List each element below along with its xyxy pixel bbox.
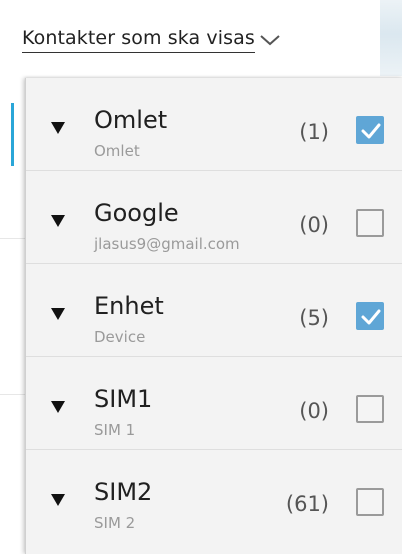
account-subtitle: jlasus9@gmail.com <box>94 235 240 253</box>
header-image <box>380 0 402 76</box>
account-row-omlet[interactable]: Omlet Omlet (1) <box>26 78 402 171</box>
account-row-enhet[interactable]: Enhet Device (5) <box>26 264 402 357</box>
contact-count: (1) <box>299 120 329 144</box>
account-subtitle: Omlet <box>94 142 140 160</box>
header: Kontakter som ska visas <box>0 0 402 78</box>
account-name: SIM2 <box>94 478 153 506</box>
background-divider <box>0 238 28 239</box>
contact-count: (5) <box>299 306 329 330</box>
account-checkbox[interactable] <box>356 488 384 516</box>
contact-count: (61) <box>285 492 329 516</box>
account-name: Enhet <box>94 292 164 320</box>
account-subtitle: SIM 2 <box>94 514 136 532</box>
account-row-sim1[interactable]: SIM1 SIM 1 (0) <box>26 357 402 450</box>
expand-triangle-icon[interactable] <box>51 308 65 320</box>
account-subtitle: Device <box>94 328 146 346</box>
account-name: SIM1 <box>94 385 153 413</box>
background-divider <box>0 394 28 395</box>
checkmark-icon <box>361 309 381 325</box>
account-subtitle: SIM 1 <box>94 421 136 439</box>
account-row-sim2[interactable]: SIM2 SIM 2 (61) <box>26 450 402 543</box>
expand-triangle-icon[interactable] <box>51 122 65 134</box>
selection-accent <box>11 103 14 166</box>
account-checkbox[interactable] <box>356 116 384 144</box>
expand-triangle-icon[interactable] <box>51 215 65 227</box>
background-list <box>0 78 28 554</box>
account-checkbox[interactable] <box>356 395 384 423</box>
expand-triangle-icon[interactable] <box>51 401 65 413</box>
account-name: Omlet <box>94 106 168 134</box>
expand-triangle-icon[interactable] <box>51 494 65 506</box>
contacts-filter-dropdown[interactable]: Kontakter som ska visas <box>22 27 281 53</box>
contact-count: (0) <box>299 399 329 423</box>
account-row-google[interactable]: Google jlasus9@gmail.com (0) <box>26 171 402 264</box>
chevron-down-icon <box>259 32 281 46</box>
account-name: Google <box>94 199 179 227</box>
account-checkbox[interactable] <box>356 209 384 237</box>
account-list-panel: Omlet Omlet (1) Google jlasus9@gmail.com… <box>25 78 402 554</box>
contact-count: (0) <box>299 213 329 237</box>
checkmark-icon <box>361 123 381 139</box>
account-checkbox[interactable] <box>356 302 384 330</box>
header-title: Kontakter som ska visas <box>22 27 255 53</box>
